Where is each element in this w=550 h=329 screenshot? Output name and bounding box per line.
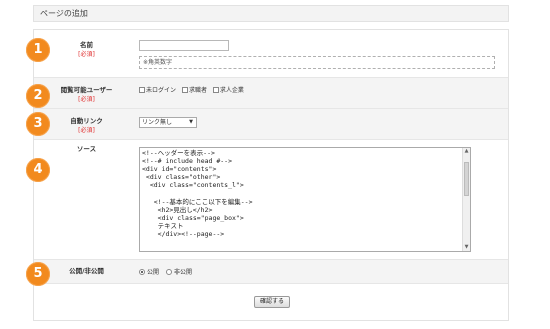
source-line: <div class="page_box">: [142, 213, 244, 222]
source-line: <div id="contents">: [142, 165, 217, 174]
name-input[interactable]: [139, 40, 229, 51]
source-line: <!--基本的にここ以下を編集-->: [142, 197, 253, 206]
checkbox[interactable]: [139, 87, 145, 93]
autolink-row: 自動リンク [必須]: [34, 109, 508, 140]
checkbox[interactable]: [181, 87, 188, 93]
step-badge-4: 4: [26, 158, 50, 182]
checkbox[interactable]: [212, 87, 219, 93]
step-badge-2: 2: [26, 84, 50, 108]
source-line: [142, 189, 460, 197]
source-line: テキスト: [142, 221, 184, 230]
required-mark: [必須]: [78, 127, 95, 134]
publish-radios: 公開 非公開: [139, 268, 197, 277]
publish-row: 公開/非公開: [34, 260, 508, 284]
step-badge-1: 1: [26, 38, 50, 62]
chevron-down-icon: ▼: [189, 119, 193, 125]
source-code: <!--ヘッダーを表示--> <!--# include head #--> <di…: [142, 149, 460, 238]
viewer-option-guest[interactable]: 未ログイン: [139, 86, 176, 95]
source-line: <!--# include head #-->: [142, 157, 233, 166]
step-badge-5: 5: [26, 262, 50, 286]
scroll-down-icon[interactable]: ▼: [463, 244, 470, 251]
autolink-select[interactable]: リンク無し ▼: [139, 117, 197, 128]
scroll-thumb[interactable]: [464, 162, 469, 196]
viewer-checkboxes: 未ログイン 求職者 求人企業: [139, 86, 248, 95]
source-line: <h2>見出し</h2>: [142, 205, 213, 214]
source-textarea[interactable]: <!--ヘッダーを表示--> <!--# include head #--> <di…: [139, 147, 471, 252]
radio-selected[interactable]: [139, 269, 145, 275]
source-line: <div class="other">: [142, 173, 221, 182]
viewer-row: 閲覧可能ユーザー [必須]: [34, 78, 508, 109]
scrollbar[interactable]: ▲ ▼: [462, 148, 470, 251]
name-hint: ※角英数字: [139, 56, 495, 69]
source-line: </div><!--page-->: [142, 229, 225, 238]
confirm-button[interactable]: 確認する: [254, 296, 290, 308]
viewer-option-company[interactable]: 求人企業: [212, 86, 244, 95]
publish-option-public[interactable]: 公開: [139, 268, 159, 277]
viewer-option-jobseeker[interactable]: 求職者: [181, 86, 207, 95]
scroll-up-icon[interactable]: ▲: [463, 148, 470, 155]
source-line: <!--ヘッダーを表示-->: [142, 149, 215, 157]
publish-option-private[interactable]: 非公開: [165, 268, 192, 277]
page-title: ページの追加: [33, 5, 509, 22]
step-badge-3: 3: [26, 112, 50, 136]
name-row: 名前 [必須]: [34, 30, 508, 78]
source-label: ソース: [76, 145, 97, 153]
radio[interactable]: [165, 269, 172, 275]
source-line: <div class="contents_l">: [142, 181, 244, 190]
